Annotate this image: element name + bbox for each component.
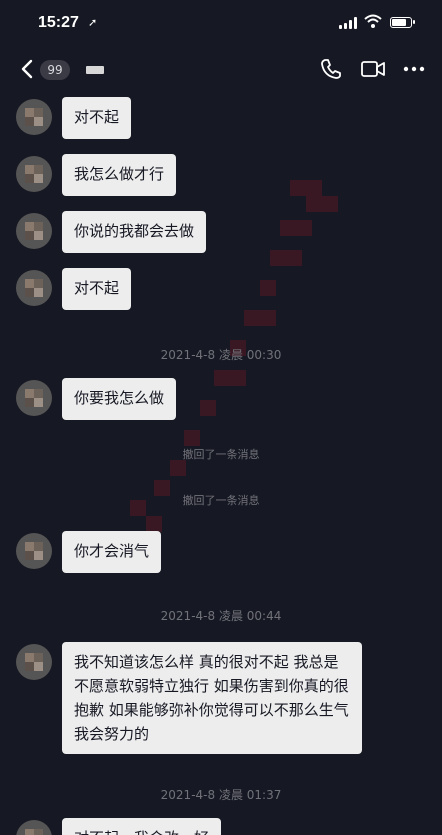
- more-icon[interactable]: [401, 56, 427, 82]
- avatar[interactable]: [16, 99, 52, 135]
- message-bubble[interactable]: 你说的我都会去做: [62, 211, 207, 253]
- message-bubble[interactable]: 你要我怎么做: [62, 378, 177, 420]
- message-bubble[interactable]: 对不起: [62, 97, 132, 139]
- avatar[interactable]: [16, 270, 52, 306]
- chat-screen: 15:27 ➚ 99 对不起 我怎么做才行 你说的我都会去做 对不起 2021-…: [0, 0, 442, 835]
- unread-badge: 99: [40, 60, 70, 80]
- message-row: 你说的我都会去做: [0, 211, 442, 255]
- message-bubble[interactable]: 你才会消气: [62, 531, 162, 573]
- location-icon: ➚: [88, 16, 98, 29]
- timestamp: 2021-4-8 凌晨 01:37: [160, 788, 282, 802]
- avatar[interactable]: [16, 533, 52, 569]
- chevron-left-icon[interactable]: [18, 58, 36, 80]
- message-row: 我怎么做才行: [0, 154, 442, 198]
- status-bar: 15:27 ➚: [0, 0, 442, 48]
- message-bubble[interactable]: 我不知道该怎么样 真的很对不起 我总是不愿意软弱特立独行 如果伤害到你真的很抱歉…: [62, 642, 362, 754]
- wifi-icon: [364, 14, 382, 28]
- avatar[interactable]: [16, 213, 52, 249]
- recall-notice: 撤回了一条消息: [182, 494, 260, 507]
- battery-icon: [390, 17, 415, 28]
- message-bubble[interactable]: 对不起，我会改，好: [62, 818, 222, 835]
- avatar[interactable]: [16, 644, 52, 680]
- phone-icon[interactable]: [318, 56, 344, 82]
- message-row: 对不起: [0, 97, 442, 141]
- message-row: 你要我怎么做: [0, 378, 442, 422]
- avatar[interactable]: [16, 820, 52, 835]
- contact-name-redacted: [86, 66, 104, 74]
- message-row: 对不起: [0, 268, 442, 312]
- message-bubble[interactable]: 对不起: [62, 268, 132, 310]
- status-time: 15:27: [38, 14, 79, 31]
- avatar[interactable]: [16, 380, 52, 416]
- avatar[interactable]: [16, 156, 52, 192]
- message-row: 你才会消气: [0, 531, 442, 575]
- signal-icon: [339, 17, 357, 29]
- timestamp: 2021-4-8 凌晨 00:30: [160, 348, 282, 362]
- message-row: 对不起，我会改，好: [0, 818, 442, 835]
- timestamp: 2021-4-8 凌晨 00:44: [160, 609, 282, 623]
- message-bubble[interactable]: 我怎么做才行: [62, 154, 177, 196]
- conversation-header: 99: [0, 48, 442, 90]
- video-camera-icon[interactable]: [360, 56, 386, 82]
- battery-level: [392, 19, 406, 26]
- message-row: 我不知道该怎么样 真的很对不起 我总是不愿意软弱特立独行 如果伤害到你真的很抱歉…: [0, 642, 442, 754]
- recall-notice: 撤回了一条消息: [182, 448, 260, 461]
